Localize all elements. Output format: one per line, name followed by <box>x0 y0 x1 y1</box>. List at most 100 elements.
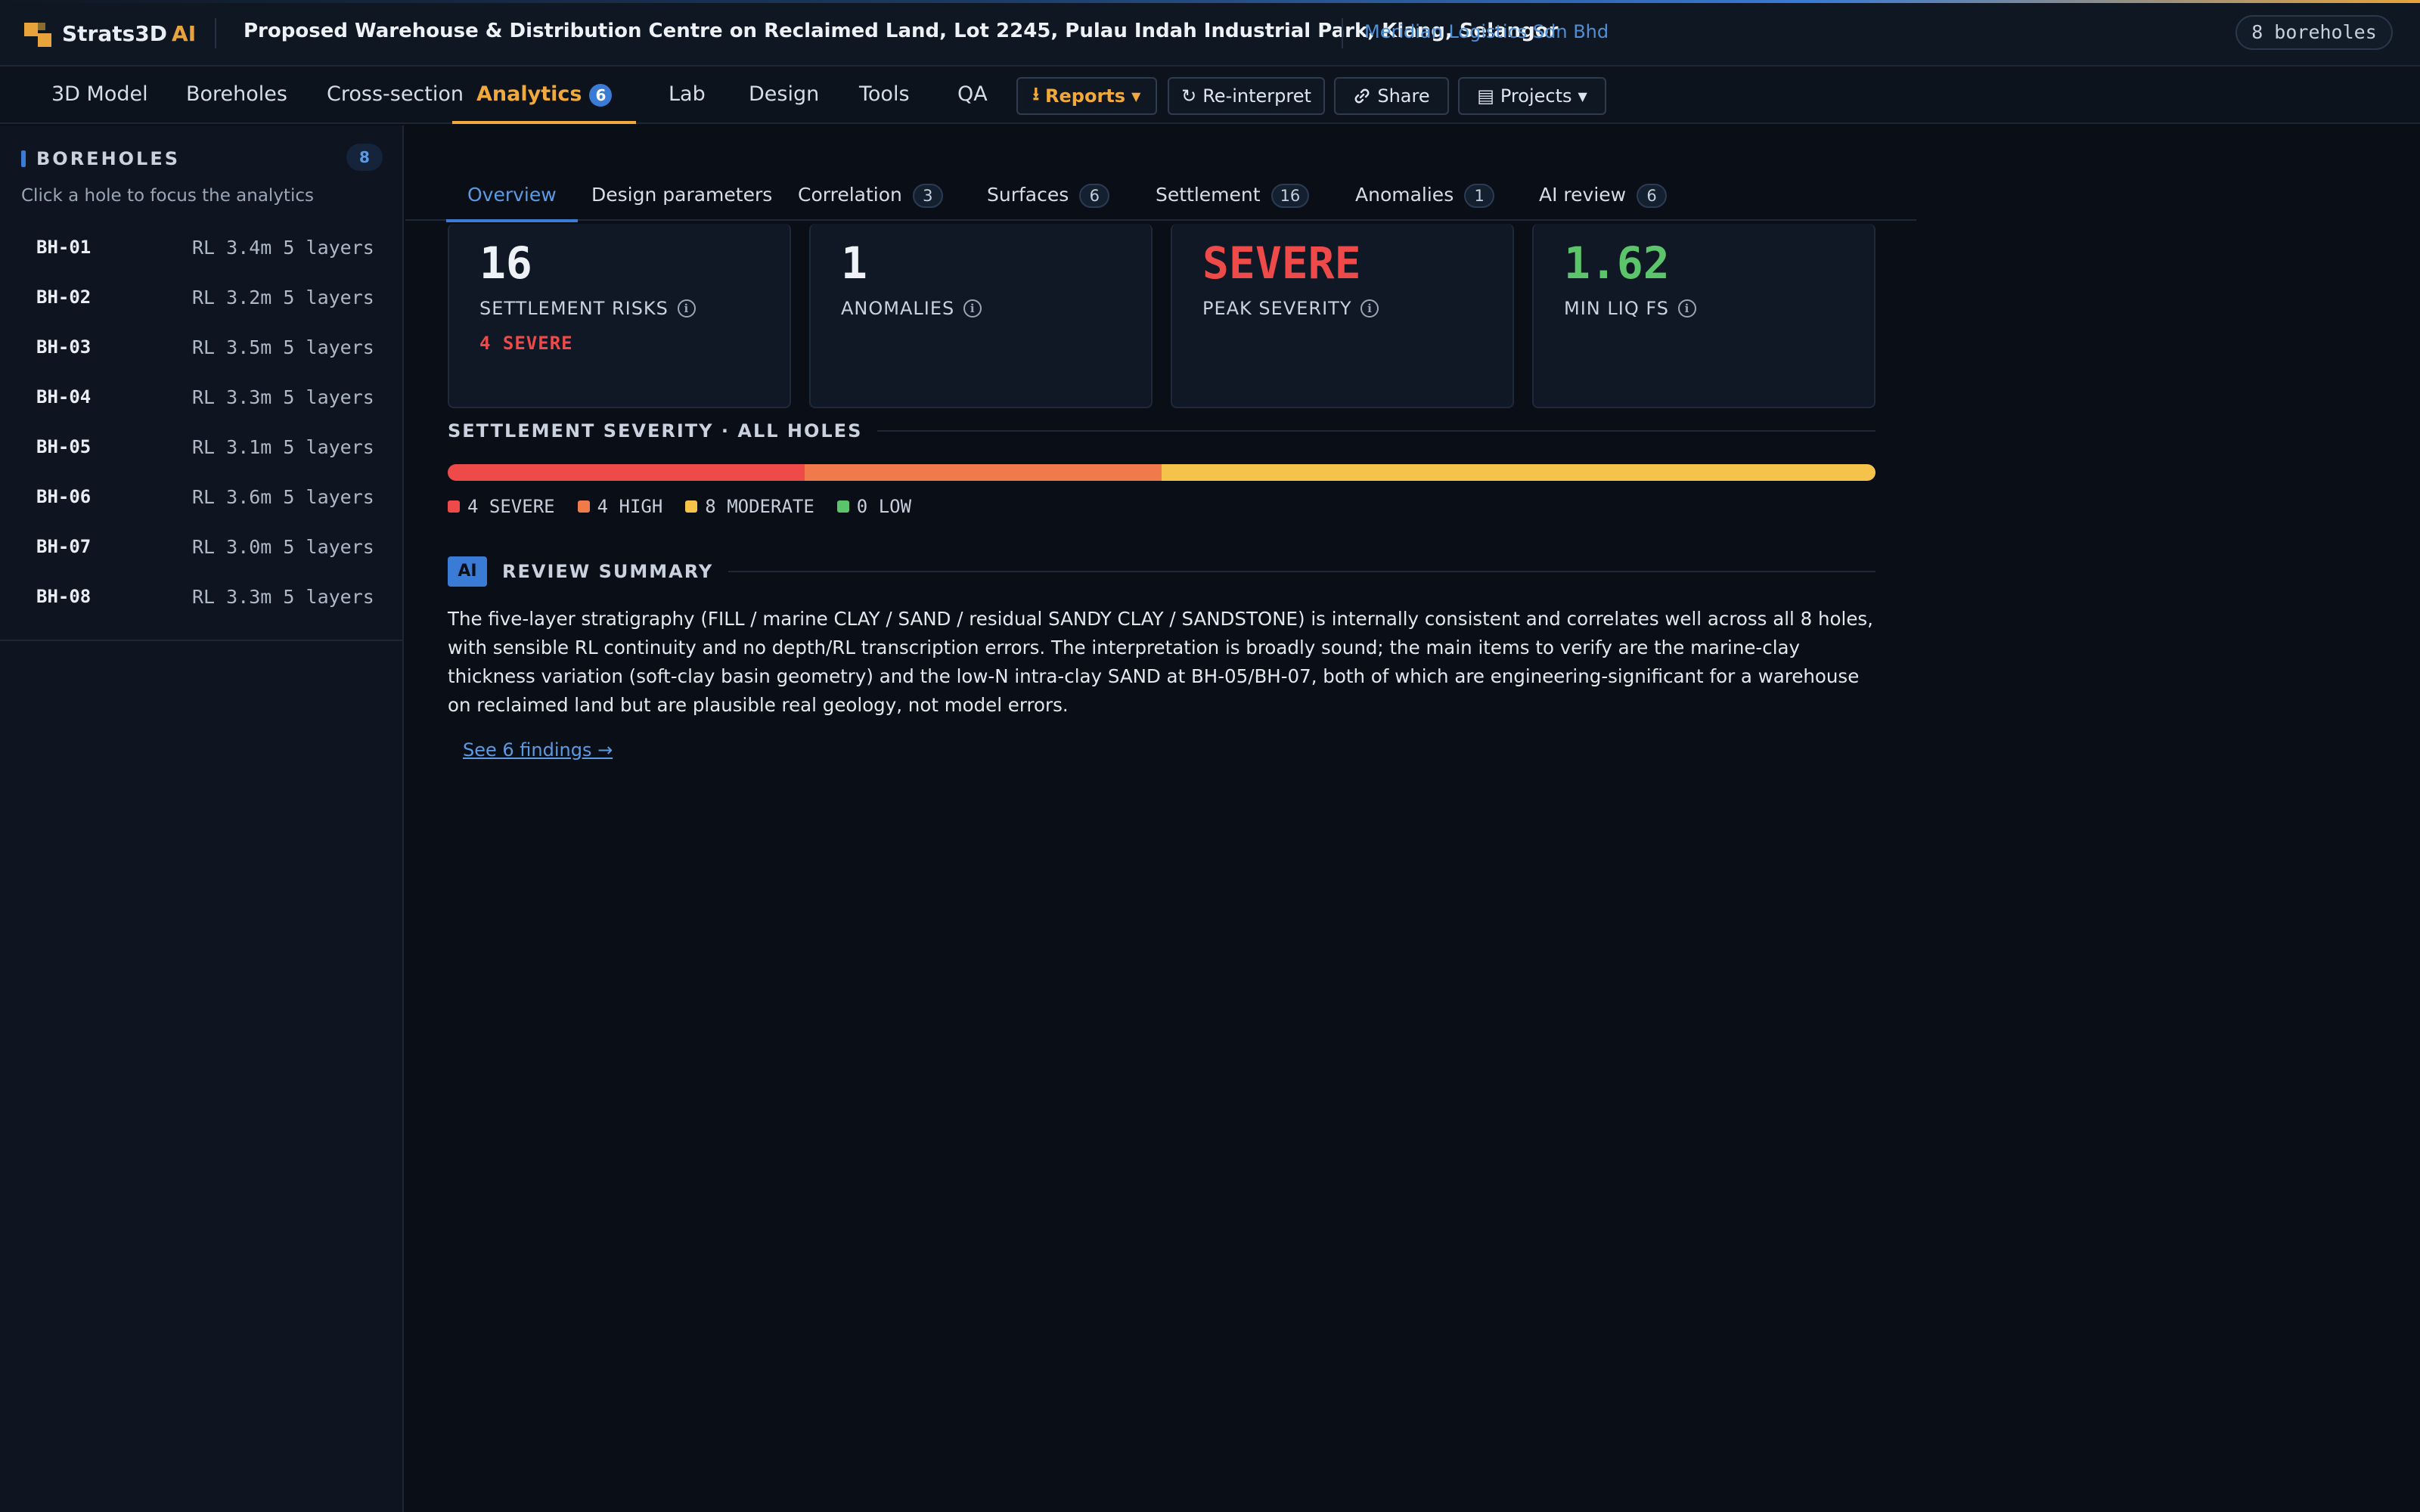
link-icon <box>1354 88 1370 104</box>
reports-label: Reports <box>1045 85 1126 107</box>
borehole-item[interactable]: BH-04 RL 3.3m 5 layers <box>0 372 402 422</box>
subtab-badge: 6 <box>1079 184 1110 208</box>
borehole-item[interactable]: BH-07 RL 3.0m 5 layers <box>0 522 402 572</box>
info-icon[interactable]: i <box>1677 299 1696 318</box>
logo-icon <box>24 20 51 47</box>
reinterpret-label: Re-interpret <box>1202 85 1311 107</box>
borehole-meta: RL 3.4m 5 layers <box>192 236 374 259</box>
subtab-ai-review[interactable]: AI review 6 <box>1539 172 1668 221</box>
borehole-count-pill: 8 boreholes <box>2235 15 2393 50</box>
info-icon[interactable]: i <box>1360 299 1379 318</box>
borehole-id: BH-03 <box>36 336 92 358</box>
legend-swatch <box>577 500 590 513</box>
review-section-header: AI REVIEW SUMMARY <box>448 556 1876 587</box>
subtab-overview[interactable]: Overview <box>446 172 578 222</box>
borehole-item[interactable]: BH-03 RL 3.5m 5 layers <box>0 322 402 372</box>
nav-qa[interactable]: QA <box>957 67 988 122</box>
kpi-label-text: ANOMALIES <box>841 298 955 319</box>
refresh-icon: ↻ <box>1181 85 1197 107</box>
kpi-label: MIN LIQ FS i <box>1564 298 1696 319</box>
download-icon: ⭳ <box>1032 82 1040 104</box>
kpi-value: 1.62 <box>1564 237 1670 289</box>
brand[interactable]: Strats3D AI <box>24 18 196 48</box>
borehole-id: BH-05 <box>36 436 92 457</box>
share-button[interactable]: Share <box>1334 77 1449 115</box>
chevron-down-icon: ▼ <box>1578 88 1587 104</box>
kpi-anomalies: 1 ANOMALIES i <box>809 224 1153 408</box>
borehole-item[interactable]: BH-01 RL 3.4m 5 layers <box>0 222 402 272</box>
kpi-severe-count: 4 SEVERE <box>479 333 573 354</box>
nav-analytics[interactable]: Analytics 6 <box>452 67 637 124</box>
subtab-label: Anomalies <box>1355 184 1454 206</box>
kpi-label-text: SETTLEMENT RISKS <box>479 298 669 319</box>
subtab-label: AI review <box>1539 184 1627 206</box>
folder-icon: ▤ <box>1477 85 1494 107</box>
sidebar-count-badge: 8 <box>346 144 383 171</box>
info-icon[interactable]: i <box>677 299 696 318</box>
subtab-surfaces[interactable]: Surfaces 6 <box>987 172 1110 221</box>
severity-legend: 4 SEVERE 4 HIGH 8 MODERATE 0 LOW <box>448 496 911 517</box>
kpi-label-text: MIN LIQ FS <box>1564 298 1669 319</box>
header-divider <box>215 18 216 48</box>
nav-design[interactable]: Design <box>749 67 819 122</box>
severity-section-header: SETTLEMENT SEVERITY · ALL HOLES <box>448 420 1876 442</box>
subtab-design-parameters[interactable]: Design parameters <box>591 172 772 221</box>
app-header: Strats3D AI Proposed Warehouse & Distribu… <box>0 0 2420 67</box>
legend-label: 4 SEVERE <box>467 496 555 517</box>
ai-chip: AI <box>448 556 487 587</box>
borehole-item[interactable]: BH-05 RL 3.1m 5 layers <box>0 422 402 472</box>
nav-lab[interactable]: Lab <box>669 67 706 122</box>
subtab-badge: 1 <box>1464 184 1495 208</box>
legend-label: 0 LOW <box>856 496 912 517</box>
severity-segment-high <box>805 464 1162 481</box>
section-rule <box>728 571 1876 572</box>
info-icon[interactable]: i <box>963 299 982 318</box>
reports-button[interactable]: ⭳ Reports ▼ <box>1016 77 1157 115</box>
brand-suffix: AI <box>172 20 197 46</box>
legend-severe: 4 SEVERE <box>448 496 555 517</box>
projects-label: Projects <box>1500 85 1572 107</box>
borehole-id: BH-08 <box>36 586 92 607</box>
legend-moderate: 8 MODERATE <box>685 496 814 517</box>
borehole-meta: RL 3.3m 5 layers <box>192 386 374 408</box>
kpi-value: 1 <box>841 237 867 289</box>
reinterpret-button[interactable]: ↻ Re-interpret <box>1168 77 1325 115</box>
borehole-meta: RL 3.6m 5 layers <box>192 485 374 508</box>
borehole-id: BH-04 <box>36 386 92 407</box>
sidebar-header: BOREHOLES <box>21 148 180 169</box>
borehole-item[interactable]: BH-08 RL 3.3m 5 layers <box>0 572 402 621</box>
borehole-item[interactable]: BH-02 RL 3.2m 5 layers <box>0 272 402 322</box>
sidebar-title: BOREHOLES <box>36 148 181 169</box>
legend-low: 0 LOW <box>836 496 912 517</box>
borehole-meta: RL 3.1m 5 layers <box>192 435 374 458</box>
nav-tools[interactable]: Tools <box>859 67 910 122</box>
severity-segment-moderate <box>1162 464 1876 481</box>
subtab-correlation[interactable]: Correlation 3 <box>798 172 943 221</box>
borehole-meta: RL 3.2m 5 layers <box>192 286 374 308</box>
borehole-item[interactable]: BH-06 RL 3.6m 5 layers <box>0 472 402 522</box>
kpi-value: SEVERE <box>1202 237 1361 289</box>
main-nav: 3D Model Boreholes Cross-section Analyti… <box>0 67 2420 124</box>
borehole-id: BH-01 <box>36 237 92 258</box>
subtab-anomalies[interactable]: Anomalies 1 <box>1355 172 1495 221</box>
client-name[interactable]: Meridian Logistics Sdn Bhd <box>1364 21 1609 42</box>
sidebar-accent-bar <box>21 150 26 167</box>
nav-boreholes[interactable]: Boreholes <box>186 67 287 122</box>
legend-label: 4 HIGH <box>597 496 663 517</box>
subtab-settlement[interactable]: Settlement 16 <box>1156 172 1310 221</box>
nav-3d-model[interactable]: 3D Model <box>51 67 148 122</box>
nav-cross-section[interactable]: Cross-section <box>327 67 464 122</box>
legend-swatch <box>685 500 698 513</box>
borehole-id: BH-06 <box>36 486 92 507</box>
subtab-label: Surfaces <box>987 184 1069 206</box>
subtab-label: Correlation <box>798 184 902 206</box>
kpi-peak-severity: SEVERE PEAK SEVERITY i <box>1171 224 1514 408</box>
subtab-badge: 3 <box>912 184 943 208</box>
projects-button[interactable]: ▤ Projects ▼ <box>1458 77 1606 115</box>
project-title: Proposed Warehouse & Distribution Centre… <box>244 20 1559 42</box>
analytics-content: Overview Design parameters Correlation 3 … <box>405 125 2420 1512</box>
subtab-badge: 6 <box>1637 184 1668 208</box>
kpi-value: 16 <box>479 237 532 289</box>
boreholes-sidebar: BOREHOLES 8 Click a hole to focus the an… <box>0 125 404 1512</box>
see-findings-link[interactable]: See 6 findings → <box>463 739 613 761</box>
